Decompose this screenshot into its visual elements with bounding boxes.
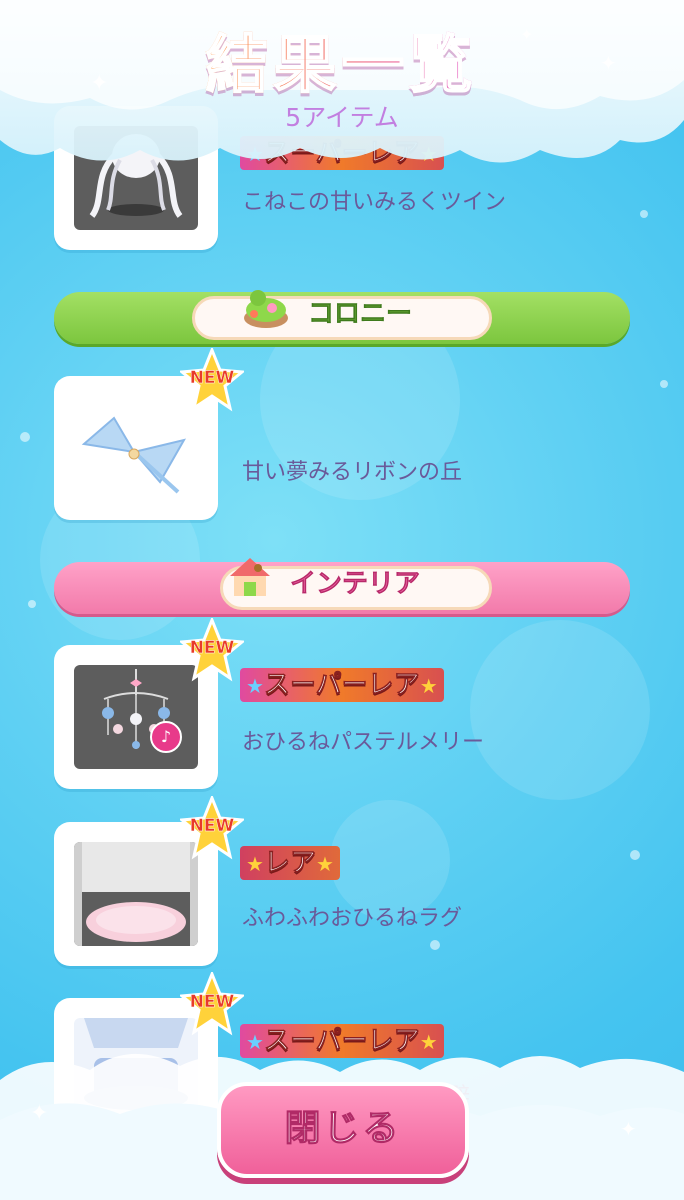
close-button[interactable]: 閉じる [217, 1082, 469, 1178]
rarity-badge: ★スーパーレア★ [240, 136, 444, 170]
close-button-label: 閉じる [284, 1108, 402, 1150]
svg-text:✦: ✦ [30, 1101, 48, 1126]
twin-tail-hair-icon [89, 134, 183, 218]
new-badge: NEW [178, 345, 246, 412]
new-badge: NEW [178, 615, 246, 682]
category-header-colony: コロニー [54, 290, 630, 344]
category-label: コロニー [308, 299, 413, 330]
item-thumbnail [74, 126, 198, 230]
page-title: 結果一覧 [0, 14, 684, 104]
colony-island-icon [244, 290, 288, 328]
item-name: おひるねパステルメリー [242, 730, 485, 755]
item-name: こねこの甘いみるくツイン [242, 190, 507, 215]
svg-text:✦: ✦ [620, 1117, 637, 1141]
new-badge: NEW [178, 793, 246, 860]
category-header-interior: インテリア [54, 558, 630, 614]
new-badge: NEW [178, 969, 246, 1036]
item-name: ふわふわおひるねラグ [242, 906, 463, 931]
music-note-icon[interactable]: ♪ [150, 721, 182, 753]
result-list[interactable]: ★スーパーレア★ こねこの甘いみるくツイン コロニー NEW 甘い夢みるリボンの… [0, 0, 684, 1200]
rarity-badge: ★スーパーレア★ [240, 668, 444, 702]
interior-room-icon [230, 558, 270, 596]
category-label: インテリア [290, 569, 421, 600]
item-count: 5アイテム [285, 103, 399, 132]
item-name: 甘い夢みるリボンの丘 [242, 460, 463, 485]
rarity-badge: ★レア★ [240, 846, 340, 880]
